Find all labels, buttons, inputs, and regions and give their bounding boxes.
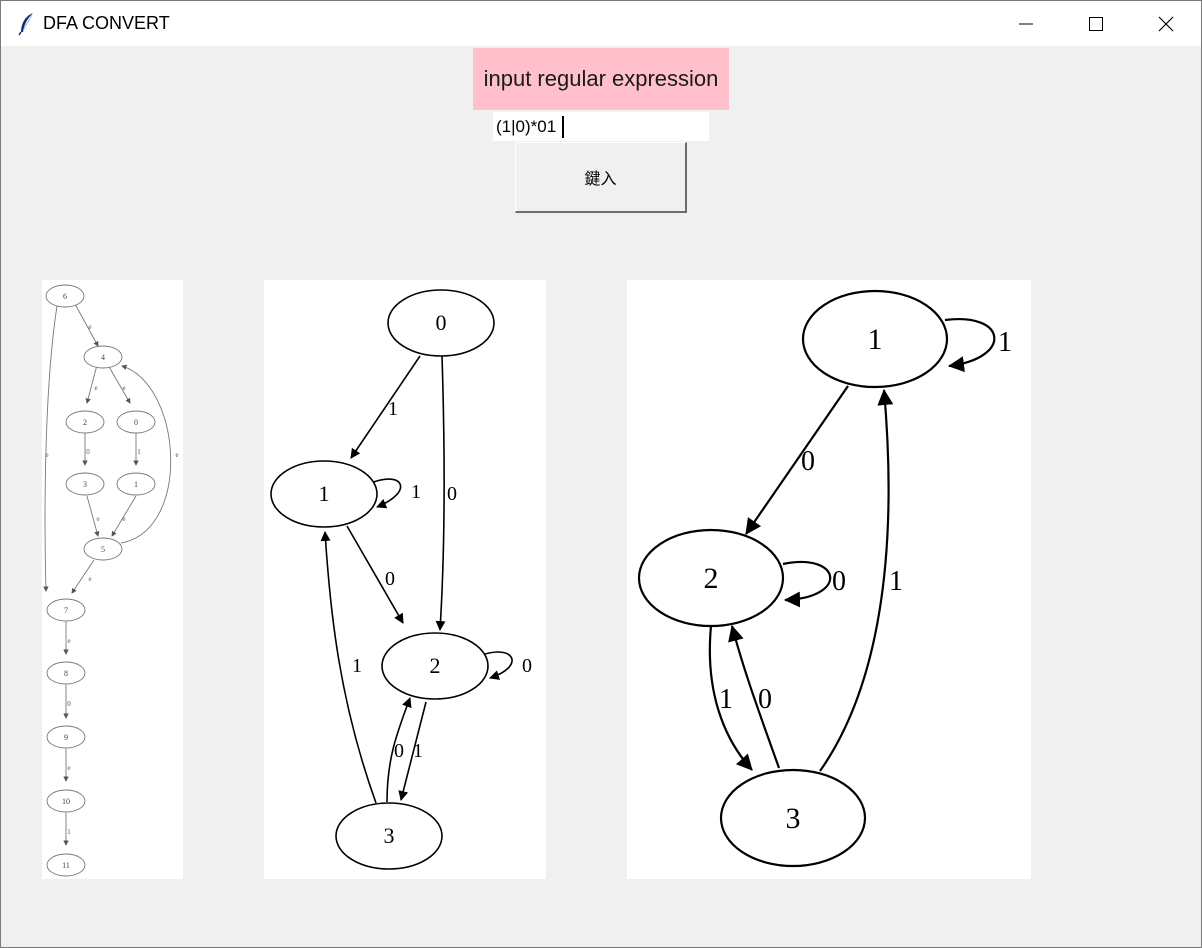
window-title: DFA CONVERT — [43, 13, 170, 33]
dfa-label-1: 1 — [319, 481, 330, 506]
nfa-graph: e e e e 0 1 e e e e e 0 e 1 6 4 2 0 3 1 … — [43, 284, 179, 877]
svg-text:1: 1 — [352, 655, 362, 677]
svg-text:0: 0 — [394, 740, 404, 762]
nfa-label-0: 0 — [134, 418, 138, 427]
min-dfa-graph-panel: 1 0 0 1 1 0 1 2 3 — [627, 280, 1031, 879]
nfa-label-11: 11 — [62, 861, 70, 870]
svg-text:e: e — [122, 384, 125, 392]
nfa-label-9: 9 — [64, 733, 68, 742]
nfa-label-2: 2 — [83, 418, 87, 427]
svg-text:0: 0 — [86, 448, 90, 456]
dfa-graph-panel: 1 0 1 0 0 1 0 1 0 1 2 3 — [264, 280, 546, 879]
regex-input[interactable] — [493, 112, 709, 141]
minimize-button[interactable] — [991, 1, 1061, 46]
svg-text:0: 0 — [801, 446, 815, 477]
svg-text:e: e — [122, 515, 125, 523]
nfa-label-10: 10 — [62, 797, 70, 806]
svg-text:e: e — [67, 764, 70, 772]
close-button[interactable] — [1131, 1, 1201, 46]
min-dfa-graph: 1 0 0 1 1 0 1 2 3 — [637, 289, 1012, 868]
text-caret — [562, 116, 564, 138]
minimize-icon — [1018, 16, 1034, 32]
nfa-label-3: 3 — [83, 480, 87, 489]
svg-text:1: 1 — [719, 684, 733, 715]
svg-text:1: 1 — [388, 398, 398, 420]
maximize-button[interactable] — [1061, 1, 1131, 46]
svg-text:e: e — [88, 575, 91, 583]
submit-button[interactable]: 鍵入 — [515, 142, 687, 213]
svg-text:0: 0 — [447, 483, 457, 505]
svg-text:1: 1 — [998, 327, 1012, 358]
min-dfa-label-2: 2 — [704, 562, 719, 595]
svg-text:e: e — [45, 451, 48, 459]
nfa-label-1: 1 — [134, 480, 138, 489]
svg-text:e: e — [175, 451, 178, 459]
close-icon — [1158, 16, 1174, 32]
svg-text:0: 0 — [522, 655, 532, 677]
dfa-label-0: 0 — [436, 310, 447, 335]
nfa-label-8: 8 — [64, 669, 68, 678]
svg-text:1: 1 — [137, 448, 141, 456]
svg-text:1: 1 — [67, 828, 71, 836]
svg-text:0: 0 — [832, 566, 846, 597]
nfa-label-4: 4 — [101, 353, 105, 362]
svg-text:0: 0 — [758, 684, 772, 715]
nfa-label-7: 7 — [64, 606, 68, 615]
nfa-label-5: 5 — [101, 545, 105, 554]
nfa-label-6: 6 — [63, 292, 67, 301]
app-window: DFA CONVERT input regular expression 鍵入 — [0, 0, 1202, 948]
svg-text:1: 1 — [413, 740, 423, 762]
svg-text:e: e — [88, 323, 91, 331]
title-bar[interactable]: DFA CONVERT — [1, 1, 1201, 46]
feather-icon — [17, 12, 37, 36]
nfa-graph-panel: e e e e 0 1 e e e e e 0 e 1 6 4 2 0 3 1 … — [42, 280, 183, 879]
min-dfa-label-1: 1 — [868, 323, 883, 356]
svg-text:1: 1 — [411, 481, 421, 503]
regex-prompt-label: input regular expression — [473, 48, 729, 110]
dfa-label-3: 3 — [384, 823, 395, 848]
svg-text:e: e — [94, 384, 97, 392]
dfa-graph: 1 0 1 0 0 1 0 1 0 1 2 3 — [270, 289, 532, 870]
dfa-label-2: 2 — [430, 653, 441, 678]
min-dfa-label-3: 3 — [786, 802, 801, 835]
svg-text:e: e — [67, 637, 70, 645]
svg-text:0: 0 — [385, 568, 395, 590]
svg-text:0: 0 — [67, 700, 71, 708]
svg-text:1: 1 — [889, 566, 903, 597]
svg-text:e: e — [96, 515, 99, 523]
maximize-icon — [1088, 16, 1104, 32]
